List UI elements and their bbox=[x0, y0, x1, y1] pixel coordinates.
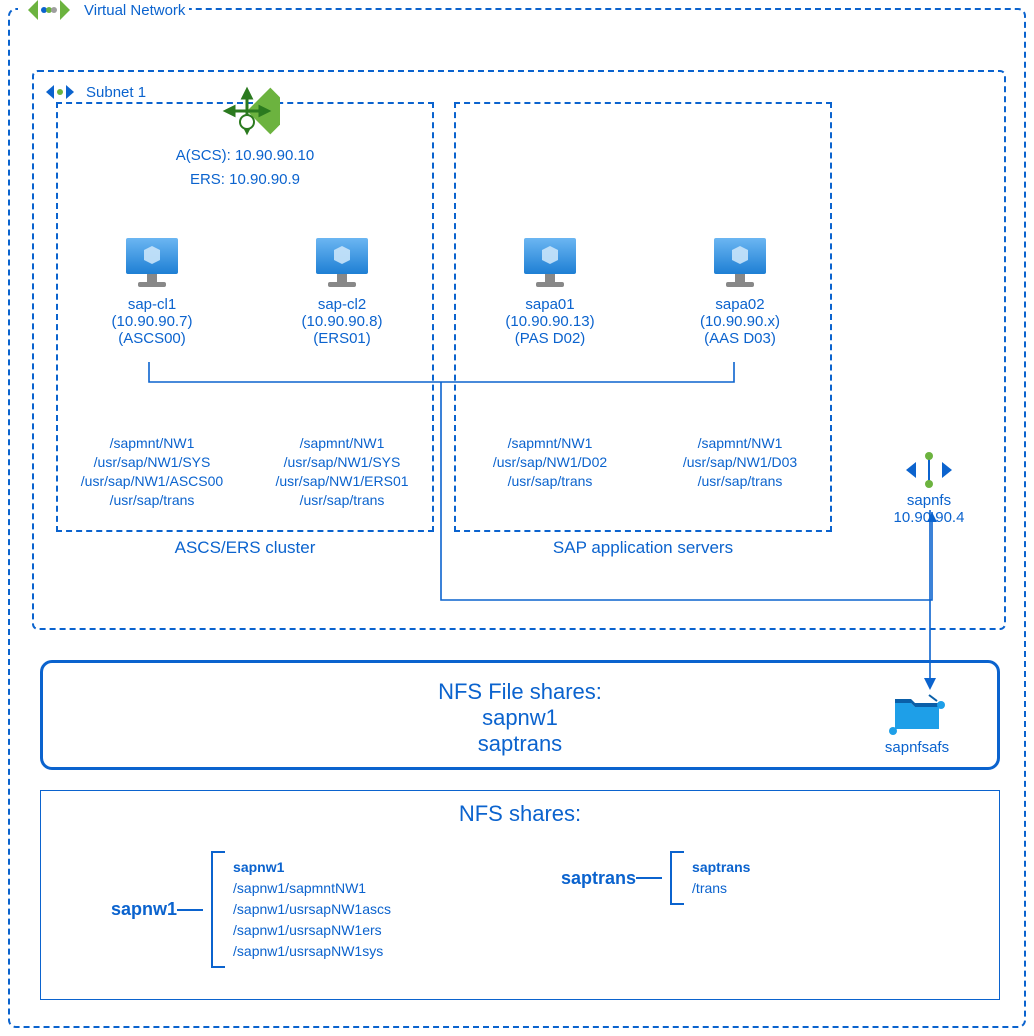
mount-path: /sapmnt/NW1 bbox=[460, 434, 640, 453]
nfs-file-share-2: saptrans bbox=[43, 731, 997, 757]
mount-path: /usr/sap/trans bbox=[252, 491, 432, 510]
vm-ip: (10.90.90.x) bbox=[650, 313, 830, 330]
mounts-sapa01: /sapmnt/NW1 /usr/sap/NW1/D02 /usr/sap/tr… bbox=[460, 434, 640, 491]
sapnfs-endpoint: sapnfs 10.90.90.4 bbox=[874, 452, 984, 526]
vm-ip: (10.90.90.8) bbox=[252, 313, 432, 330]
share-header: saptrans bbox=[692, 857, 750, 878]
vm-name: sapa01 bbox=[460, 296, 640, 313]
mount-path: /usr/sap/NW1/ERS01 bbox=[252, 472, 432, 491]
vnet-icon bbox=[22, 0, 76, 26]
sapnfs-name: sapnfs bbox=[874, 492, 984, 509]
mount-path: /sapmnt/NW1 bbox=[62, 434, 242, 453]
nfs-file-share-1: sapnw1 bbox=[43, 705, 997, 731]
vm-role: (ERS01) bbox=[252, 330, 432, 347]
subnet-badge: Subnet 1 bbox=[42, 80, 146, 104]
virtual-network-label: Virtual Network bbox=[84, 2, 185, 19]
share-name-saptrans: saptrans bbox=[561, 868, 636, 889]
vm-sap-cl1: sap-cl1 (10.90.90.7) (ASCS00) bbox=[62, 234, 242, 347]
mount-path: /usr/sap/NW1/SYS bbox=[62, 453, 242, 472]
share-path: /sapnw1/sapmntNW1 bbox=[233, 878, 391, 899]
sapnfs-ip: 10.90.90.4 bbox=[874, 509, 984, 526]
share-saptrans: saptrans saptrans /trans bbox=[561, 851, 750, 905]
mount-path: /usr/sap/trans bbox=[62, 491, 242, 510]
ers-vip-label: ERS: 10.90.90.9 bbox=[58, 168, 432, 192]
bracket-icon bbox=[670, 851, 684, 905]
vm-icon bbox=[708, 234, 772, 290]
ascs-ers-cluster: A(SCS): 10.90.90.10 ERS: 10.90.90.9 sap-… bbox=[56, 102, 434, 532]
vm-name: sap-cl1 bbox=[62, 296, 242, 313]
load-balancer-labels: A(SCS): 10.90.90.10 ERS: 10.90.90.9 bbox=[58, 144, 432, 192]
sapnfsafs: sapnfsafs bbox=[867, 689, 967, 756]
file-share-icon bbox=[887, 689, 947, 735]
ascs-ers-caption: ASCS/ERS cluster bbox=[58, 538, 432, 558]
mount-path: /usr/sap/NW1/D02 bbox=[460, 453, 640, 472]
mount-path: /usr/sap/trans bbox=[460, 472, 640, 491]
ascs-vip-label: A(SCS): 10.90.90.10 bbox=[58, 144, 432, 168]
nfs-file-shares-title: NFS File shares: bbox=[43, 679, 997, 705]
share-list-sapnw1: sapnw1 /sapnw1/sapmntNW1 /sapnw1/usrsapN… bbox=[225, 851, 391, 968]
vm-sapa02: sapa02 (10.90.90.x) (AAS D03) bbox=[650, 234, 830, 347]
connector-line bbox=[636, 877, 662, 879]
app-servers-caption: SAP application servers bbox=[456, 538, 830, 558]
share-header: sapnw1 bbox=[233, 857, 391, 878]
nfs-shares-title: NFS shares: bbox=[41, 801, 999, 827]
vm-role: (PAS D02) bbox=[460, 330, 640, 347]
mount-path: /usr/sap/trans bbox=[650, 472, 830, 491]
vm-sap-cl2: sap-cl2 (10.90.90.8) (ERS01) bbox=[252, 234, 432, 347]
share-sapnw1: sapnw1 sapnw1 /sapnw1/sapmntNW1 /sapnw1/… bbox=[111, 851, 391, 968]
share-path: /trans bbox=[692, 878, 750, 899]
subnet-container: Subnet 1 A(SCS): 10.90.90.10 ERS: 10.90. bbox=[32, 70, 1006, 630]
load-balancer-icon bbox=[214, 78, 280, 144]
virtual-network-badge: Virtual Network bbox=[18, 0, 189, 26]
mount-path: /usr/sap/NW1/ASCS00 bbox=[62, 472, 242, 491]
vm-name: sapa02 bbox=[650, 296, 830, 313]
share-path: /sapnw1/usrsapNW1ascs bbox=[233, 899, 391, 920]
vm-icon bbox=[518, 234, 582, 290]
mount-path: /usr/sap/NW1/D03 bbox=[650, 453, 830, 472]
mount-path: /sapmnt/NW1 bbox=[252, 434, 432, 453]
subnet-label: Subnet 1 bbox=[86, 84, 146, 101]
app-servers-cluster: sapa01 (10.90.90.13) (PAS D02) sapa02 (1… bbox=[454, 102, 832, 532]
connector-line bbox=[177, 909, 203, 911]
nfs-file-shares-box: NFS File shares: sapnw1 saptrans sapnfsa… bbox=[40, 660, 1000, 770]
sapnfsafs-label: sapnfsafs bbox=[867, 739, 967, 756]
subnet-icon bbox=[42, 80, 78, 104]
mounts-sapa02: /sapmnt/NW1 /usr/sap/NW1/D03 /usr/sap/tr… bbox=[650, 434, 830, 491]
mount-path: /usr/sap/NW1/SYS bbox=[252, 453, 432, 472]
vm-ip: (10.90.90.13) bbox=[460, 313, 640, 330]
virtual-network-container: Virtual Network Subnet 1 bbox=[8, 8, 1026, 1028]
mounts-sap-cl1: /sapmnt/NW1 /usr/sap/NW1/SYS /usr/sap/NW… bbox=[62, 434, 242, 510]
share-path: /sapnw1/usrsapNW1sys bbox=[233, 941, 391, 962]
vm-name: sap-cl2 bbox=[252, 296, 432, 313]
share-name-sapnw1: sapnw1 bbox=[111, 899, 177, 920]
endpoint-icon bbox=[902, 452, 956, 488]
vm-sapa01: sapa01 (10.90.90.13) (PAS D02) bbox=[460, 234, 640, 347]
vm-ip: (10.90.90.7) bbox=[62, 313, 242, 330]
vm-icon bbox=[120, 234, 184, 290]
mount-path: /sapmnt/NW1 bbox=[650, 434, 830, 453]
vm-icon bbox=[310, 234, 374, 290]
bracket-icon bbox=[211, 851, 225, 968]
vm-role: (AAS D03) bbox=[650, 330, 830, 347]
share-list-saptrans: saptrans /trans bbox=[684, 851, 750, 905]
share-path: /sapnw1/usrsapNW1ers bbox=[233, 920, 391, 941]
mounts-sap-cl2: /sapmnt/NW1 /usr/sap/NW1/SYS /usr/sap/NW… bbox=[252, 434, 432, 510]
vm-role: (ASCS00) bbox=[62, 330, 242, 347]
nfs-shares-box: NFS shares: sapnw1 sapnw1 /sapnw1/sapmnt… bbox=[40, 790, 1000, 1000]
